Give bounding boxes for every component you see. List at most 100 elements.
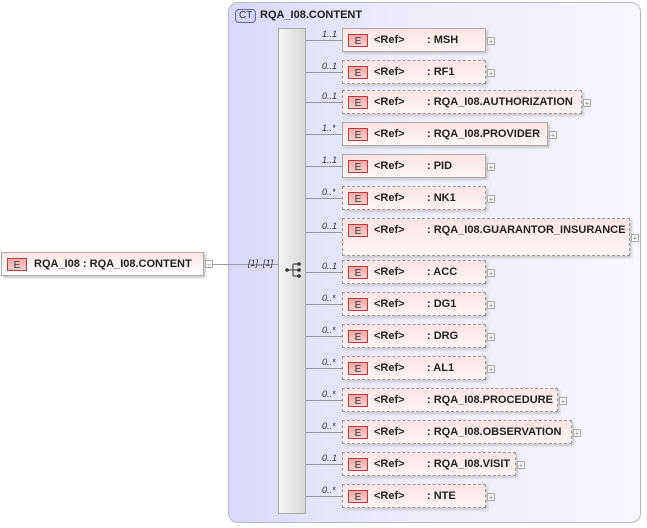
child-element[interactable]: E <Ref> : RQA_I08.PROCEDURE	[342, 388, 558, 412]
connector-line	[306, 232, 342, 233]
expand-icon[interactable]: +	[487, 333, 495, 342]
element-badge: E	[348, 34, 368, 47]
element-badge: E	[348, 160, 368, 173]
connector-line	[306, 368, 342, 369]
complex-type-title: RQA_I08.CONTENT	[260, 9, 363, 21]
child-multiplicity: 0..*	[322, 485, 336, 495]
element-type-name: : NTE	[427, 490, 456, 502]
connector-line	[306, 102, 342, 103]
child-element[interactable]: E <Ref> : RQA_I08.AUTHORIZATION	[342, 90, 582, 114]
element-type-name: : RQA_I08.PROVIDER	[427, 128, 541, 140]
element-ref: <Ref>	[374, 362, 405, 374]
element-badge: E	[348, 330, 368, 343]
child-multiplicity: 1..1	[322, 29, 338, 39]
child-multiplicity: 1..1	[322, 155, 338, 165]
connector-line	[306, 134, 342, 135]
element-ref: <Ref>	[374, 426, 405, 438]
child-multiplicity: 0..*	[322, 389, 336, 399]
expand-icon[interactable]: +	[487, 163, 495, 172]
element-type-name: : NK1	[427, 192, 456, 204]
child-multiplicity: 0..*	[322, 357, 336, 367]
child-element[interactable]: E <Ref> : RF1	[342, 60, 486, 84]
element-type-name: : DG1	[427, 298, 457, 310]
element-type-name: : RQA_I08.GUARANTOR_INSURANCE	[427, 224, 626, 236]
element-ref: <Ref>	[374, 266, 405, 278]
expand-icon[interactable]: +	[517, 461, 525, 470]
element-ref: <Ref>	[374, 128, 405, 140]
child-element[interactable]: E <Ref> : MSH	[342, 28, 486, 52]
element-ref: <Ref>	[374, 490, 405, 502]
element-badge: E	[348, 96, 368, 109]
connector-line	[306, 198, 342, 199]
child-element[interactable]: E <Ref> : PID	[342, 154, 486, 178]
expand-icon[interactable]: +	[487, 37, 495, 46]
connector-line	[306, 272, 342, 273]
element-badge: E	[7, 258, 27, 271]
child-multiplicity: 0..*	[322, 293, 336, 303]
expand-icon[interactable]: +	[487, 69, 495, 78]
child-multiplicity: 0..1	[322, 61, 338, 71]
element-ref: <Ref>	[374, 66, 405, 78]
element-badge: E	[348, 128, 368, 141]
expand-icon[interactable]: +	[487, 301, 495, 310]
expand-icon[interactable]: +	[487, 493, 495, 502]
child-element[interactable]: E <Ref> : NK1	[342, 186, 486, 210]
element-ref: <Ref>	[374, 192, 405, 204]
root-element-label: RQA_I08 : RQA_I08.CONTENT	[34, 258, 192, 270]
root-element[interactable]: E RQA_I08 : RQA_I08.CONTENT	[1, 252, 204, 276]
element-badge: E	[348, 490, 368, 503]
element-type-name: : AL1	[427, 362, 455, 374]
child-element[interactable]: E <Ref> : AL1	[342, 356, 486, 380]
element-type-name: : RQA_I08.OBSERVATION	[427, 426, 562, 438]
expand-icon[interactable]: +	[487, 269, 495, 278]
element-badge: E	[348, 458, 368, 471]
connector-line	[306, 464, 342, 465]
element-badge: E	[348, 426, 368, 439]
child-multiplicity: 0..1	[322, 453, 338, 463]
child-element[interactable]: E <Ref> : DRG	[342, 324, 486, 348]
expand-icon[interactable]: +	[631, 234, 639, 243]
element-ref: <Ref>	[374, 160, 405, 172]
element-ref: <Ref>	[374, 330, 405, 342]
element-ref: <Ref>	[374, 96, 405, 108]
element-badge: E	[348, 66, 368, 79]
element-badge: E	[348, 224, 368, 237]
collapse-icon[interactable]: −	[205, 260, 213, 269]
connector-line	[306, 40, 342, 41]
element-ref: <Ref>	[374, 394, 405, 406]
child-element[interactable]: E <Ref> : NTE	[342, 484, 486, 508]
expand-icon[interactable]: +	[549, 131, 557, 140]
element-ref: <Ref>	[374, 458, 405, 470]
child-element[interactable]: E <Ref> : RQA_I08.PROVIDER	[342, 122, 548, 146]
child-multiplicity: 0..*	[322, 325, 336, 335]
element-type-name: : ACC	[427, 266, 458, 278]
child-element[interactable]: E <Ref> : ACC	[342, 260, 486, 284]
connector-line	[306, 304, 342, 305]
element-badge: E	[348, 394, 368, 407]
child-multiplicity: 0..1	[322, 221, 338, 231]
connector-line	[306, 432, 342, 433]
connector-line	[306, 400, 342, 401]
expand-icon[interactable]: +	[559, 397, 567, 406]
element-badge: E	[348, 192, 368, 205]
element-ref: <Ref>	[374, 298, 405, 310]
element-ref: <Ref>	[374, 224, 405, 236]
connector-line	[306, 496, 342, 497]
expand-icon[interactable]: +	[487, 365, 495, 374]
expand-icon[interactable]: +	[583, 99, 591, 108]
root-multiplicity: [1]..[1]	[248, 258, 274, 268]
child-multiplicity: 0..*	[322, 421, 336, 431]
element-type-name: : DRG	[427, 330, 459, 342]
child-element[interactable]: E <Ref> : DG1	[342, 292, 486, 316]
child-element[interactable]: E <Ref> : RQA_I08.GUARANTOR_INSURANCE	[342, 218, 630, 256]
expand-icon[interactable]: +	[573, 429, 581, 438]
element-type-name: : PID	[427, 160, 453, 172]
expand-icon[interactable]: +	[487, 195, 495, 204]
element-ref: <Ref>	[374, 34, 405, 46]
element-badge: E	[348, 266, 368, 279]
child-element[interactable]: E <Ref> : RQA_I08.VISIT	[342, 452, 516, 476]
child-element[interactable]: E <Ref> : RQA_I08.OBSERVATION	[342, 420, 572, 444]
element-type-name: : RF1	[427, 66, 455, 78]
element-type-name: : MSH	[427, 34, 459, 46]
child-multiplicity: 0..*	[322, 187, 336, 197]
